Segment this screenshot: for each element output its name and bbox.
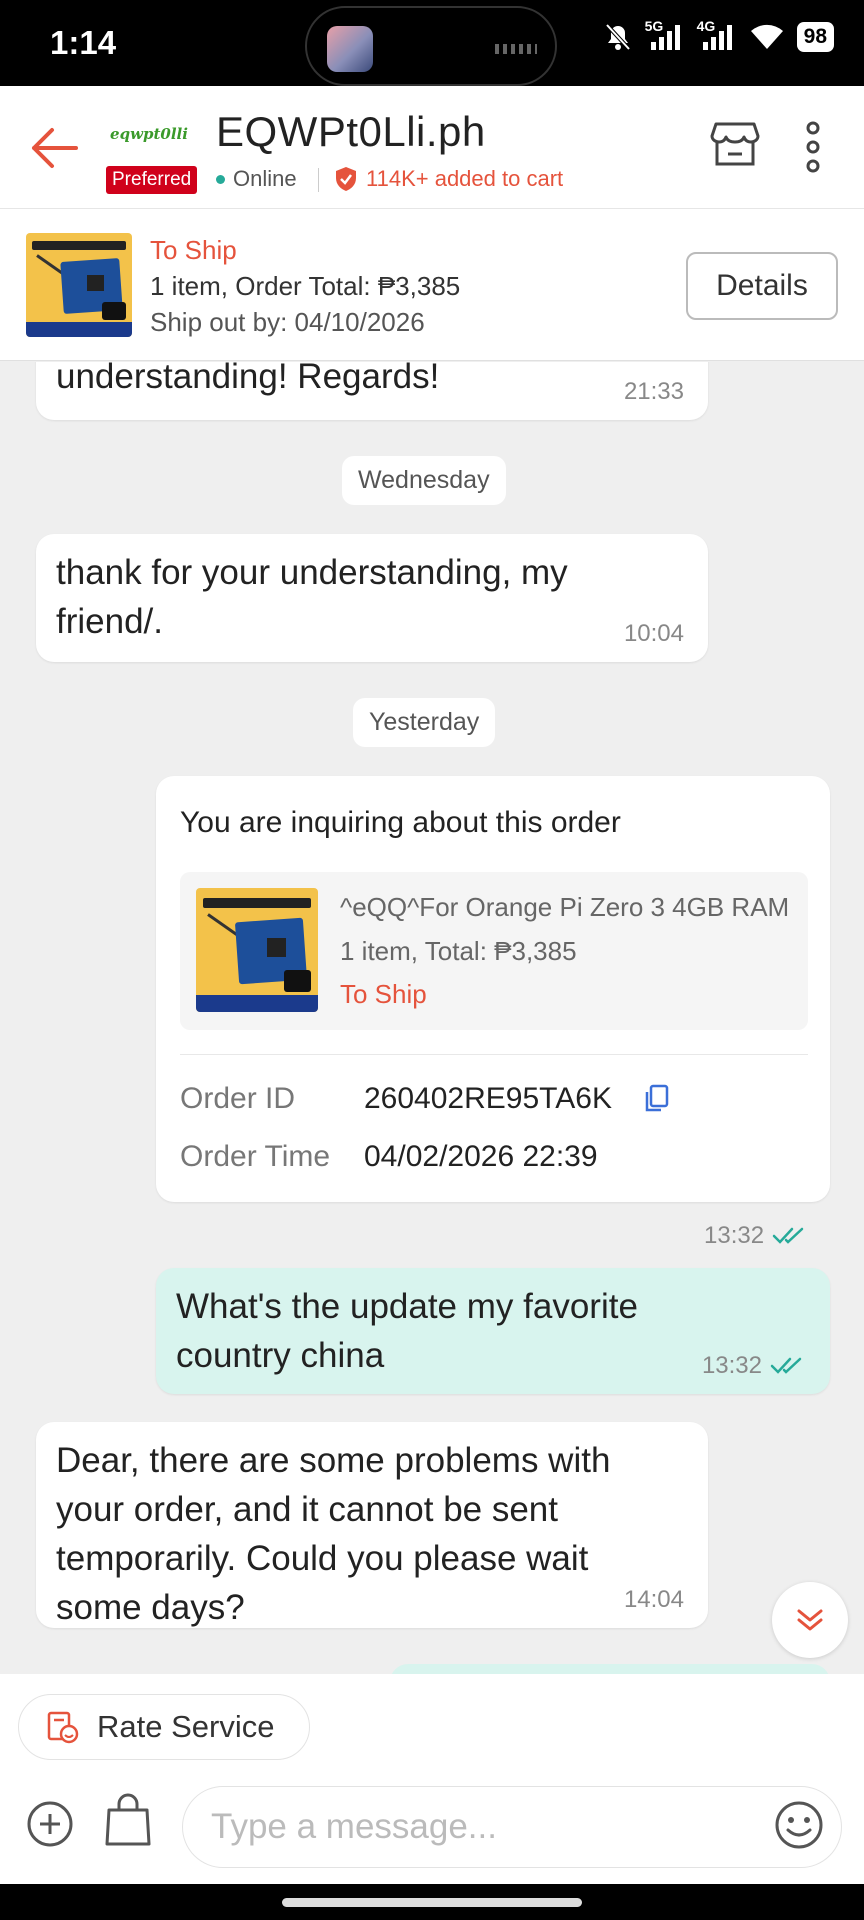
rate-service-label: Rate Service <box>97 1709 275 1744</box>
emoji-smile-icon <box>775 1801 823 1849</box>
chat-header: eqwpt0lli EQWPt0Lli.ph Preferred Online … <box>0 86 864 208</box>
copy-button[interactable] <box>642 1084 672 1116</box>
order-id-label: Order ID <box>180 1082 296 1115</box>
copy-icon <box>645 1084 669 1112</box>
message-text: understanding! Regards! <box>56 362 440 396</box>
ship-out-by: Ship out by: 04/10/2026 <box>150 307 425 337</box>
product-total: 1 item, Total: ₱3,385 <box>340 936 577 966</box>
cart-info-label: 114K+ added to cart <box>366 166 564 191</box>
signal-4g-icon: 4G <box>697 18 737 52</box>
home-indicator[interactable] <box>282 1898 582 1907</box>
system-nav-bar <box>0 1884 864 1920</box>
status-icons: 5G 4G 98 <box>603 18 834 52</box>
message-sent[interactable]: What's the update my favorite country ch… <box>156 1268 830 1394</box>
shopping-bag-icon <box>105 1793 151 1846</box>
order-card-title: You are inquiring about this order <box>180 806 621 839</box>
chevron-double-down-icon <box>797 1609 823 1631</box>
message-time-label: 13:32 <box>704 1222 765 1249</box>
order-time-label: Order Time <box>180 1140 331 1173</box>
message-received[interactable]: understanding! Regards! 21:33 <box>36 362 708 420</box>
emoji-button[interactable] <box>774 1800 824 1855</box>
product-thumbnail <box>26 233 132 337</box>
message-time-label: 21:33 <box>623 378 684 405</box>
message-time-label: 13:32 <box>701 1352 762 1379</box>
shop-logo[interactable]: eqwpt0lli <box>108 108 190 160</box>
back-button[interactable] <box>28 124 80 172</box>
message-time: 21:33 <box>624 378 684 406</box>
online-dot-icon <box>216 174 225 184</box>
status-time: 1:14 <box>50 24 117 61</box>
message-time: 13:32 <box>702 1352 806 1380</box>
message-received[interactable]: thank for your understanding, my friend/… <box>36 534 708 662</box>
mute-icon <box>605 23 631 51</box>
add-attachment-button[interactable] <box>26 1800 74 1853</box>
message-time: 10:04 <box>624 620 684 648</box>
rate-service-button[interactable]: Rate Service <box>18 1694 310 1760</box>
app-thumbnail <box>327 26 373 72</box>
product-name: ^eQQ^For Orange Pi Zero 3 4GB RAM <box>340 892 790 922</box>
shop-name[interactable]: EQWPt0Lli.ph <box>216 108 486 156</box>
card-divider <box>180 1054 808 1055</box>
rate-service-icon <box>47 1711 79 1744</box>
message-time: 14:04 <box>624 1586 684 1614</box>
online-label: Online <box>233 166 297 191</box>
message-text: Dear, there are some problems with your … <box>56 1441 611 1627</box>
more-vertical-icon <box>806 121 820 173</box>
order-total: 1 item, Order Total: ₱3,385 <box>150 271 461 301</box>
more-options-button[interactable] <box>798 120 828 179</box>
date-separator: Wednesday <box>342 456 506 505</box>
double-check-icon <box>772 1227 804 1244</box>
arrow-left-icon <box>32 128 78 168</box>
order-time-value: 04/02/2026 22:39 <box>364 1140 598 1173</box>
message-text: thank for your understanding, my friend/… <box>56 553 568 641</box>
date-separator: Yesterday <box>353 698 496 747</box>
network-label-4g: 4G <box>696 18 716 34</box>
products-button[interactable] <box>104 1792 152 1853</box>
preferred-badge: Preferred <box>106 166 198 194</box>
order-card-product-image <box>196 888 318 1012</box>
shield-check-icon <box>336 167 356 191</box>
message-time-label: 10:04 <box>623 620 684 647</box>
activity-indicator <box>495 44 537 54</box>
dynamic-island <box>305 6 557 86</box>
order-status: To Ship <box>150 235 237 265</box>
message-received[interactable]: Dear, there are some problems with your … <box>36 1422 708 1628</box>
message-sent-partial <box>390 1664 830 1674</box>
cart-info: 114K+ added to cart <box>334 166 563 192</box>
plus-circle-icon <box>27 1801 73 1847</box>
message-time: 13:32 <box>704 1222 808 1250</box>
message-text: What's the update my favorite country ch… <box>176 1287 638 1375</box>
network-label-5g: 5G <box>644 18 664 34</box>
order-card-product[interactable]: ^eQQ^For Orange Pi Zero 3 4GB RAM 1 item… <box>180 872 808 1030</box>
store-icon <box>710 122 760 166</box>
order-summary-bar[interactable]: To Ship 1 item, Order Total: ₱3,385 Ship… <box>0 208 864 361</box>
online-status: Online <box>216 166 297 192</box>
wifi-icon <box>750 24 783 49</box>
chat-messages[interactable]: understanding! Regards! 21:33 Wednesday … <box>0 362 864 1674</box>
scroll-to-bottom-button[interactable] <box>772 1582 848 1658</box>
status-bar: 1:14 5G 4G 98 <box>0 0 864 86</box>
details-button[interactable]: Details <box>686 252 838 320</box>
signal-5g-icon: 5G <box>645 18 685 52</box>
battery-indicator: 98 <box>796 22 834 52</box>
product-status: To Ship <box>340 979 427 1009</box>
order-inquiry-card[interactable]: You are inquiring about this order ^eQQ^… <box>156 776 830 1202</box>
message-input[interactable] <box>182 1786 842 1868</box>
order-id-value: 260402RE95TA6K <box>364 1082 612 1115</box>
shop-button[interactable] <box>710 120 760 173</box>
header-divider <box>318 168 319 192</box>
message-time-label: 14:04 <box>623 1586 684 1613</box>
shop-logo-text: eqwpt0lli <box>110 125 188 143</box>
double-check-icon <box>770 1357 802 1374</box>
chat-input-area: Rate Service <box>0 1674 864 1884</box>
